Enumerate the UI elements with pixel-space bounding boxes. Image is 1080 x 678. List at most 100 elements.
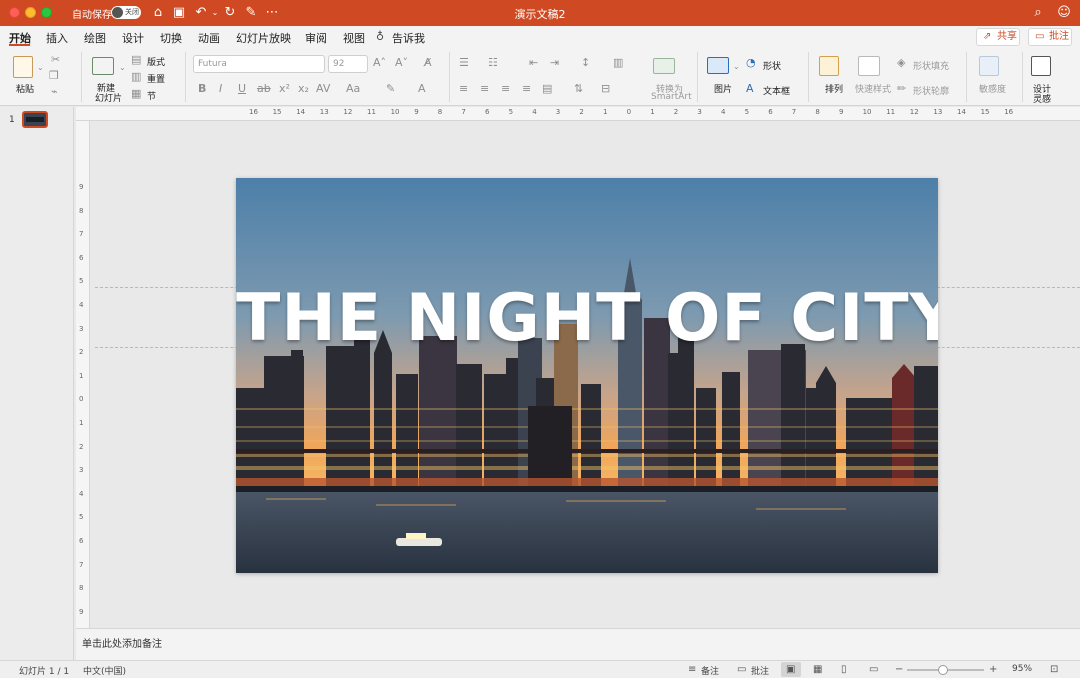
- convert-smartart-label-2[interactable]: SmartArt: [651, 92, 692, 102]
- tell-me[interactable]: 告诉我: [392, 30, 425, 46]
- layout-icon[interactable]: ▤: [131, 54, 141, 66]
- sensitivity-label[interactable]: 敏感度: [979, 82, 1006, 95]
- line-spacing-icon[interactable]: ↕: [581, 57, 590, 69]
- textbox-icon[interactable]: A: [746, 83, 754, 95]
- copy-icon[interactable]: ❐: [49, 70, 59, 82]
- shape-fill-icon[interactable]: ◈: [897, 57, 905, 69]
- account-icon[interactable]: ☺: [1056, 5, 1072, 21]
- highlight-icon[interactable]: ✎: [386, 83, 395, 95]
- subscript-icon[interactable]: x₂: [298, 83, 309, 95]
- shape-outline-button[interactable]: 形状轮廓: [913, 84, 949, 97]
- comments-icon[interactable]: ▭: [737, 664, 746, 675]
- horizontal-ruler[interactable]: 16 15 14 13 12 11 10 9 8 7 6 5 4 3 2 1 0 1 2 3 4 5 6 7 8 9 10 11 12 1…: [76, 107, 1080, 121]
- align-text-icon[interactable]: ⊟: [601, 83, 610, 95]
- sensitivity-icon[interactable]: [979, 56, 999, 76]
- slide-sorter-icon[interactable]: ▦: [813, 664, 822, 675]
- picture-label[interactable]: 图片: [714, 82, 732, 95]
- quick-styles-icon[interactable]: [858, 56, 880, 76]
- align-left-icon[interactable]: ≡: [459, 83, 468, 95]
- char-spacing-icon[interactable]: AV: [316, 83, 330, 95]
- text-direction-icon[interactable]: ⇅: [574, 83, 583, 95]
- zoom-slider-knob[interactable]: [938, 665, 948, 675]
- bold-icon[interactable]: B: [198, 83, 206, 95]
- superscript-icon[interactable]: x²: [279, 83, 290, 95]
- notes-icon[interactable]: ≡: [688, 664, 696, 675]
- decrease-font-icon[interactable]: A˅: [395, 57, 408, 69]
- comment-button[interactable]: ▭ 批注: [1028, 28, 1072, 46]
- distribute-icon[interactable]: ▤: [542, 83, 552, 95]
- tab-review[interactable]: 审阅: [305, 30, 327, 46]
- share-button[interactable]: ⇗ 共享: [976, 28, 1020, 46]
- normal-view-icon[interactable]: ▣: [786, 664, 795, 675]
- reset-button[interactable]: 重置: [147, 72, 165, 85]
- font-size-field[interactable]: 92: [328, 55, 368, 73]
- search-icon[interactable]: ⌕: [1030, 5, 1046, 21]
- tab-slideshow[interactable]: 幻灯片放映: [236, 30, 291, 46]
- slide-title[interactable]: THE NIGHT OF CITY: [236, 281, 938, 356]
- textbox-button[interactable]: 文本框: [763, 84, 790, 97]
- section-button[interactable]: 节: [147, 89, 156, 102]
- notes-pane[interactable]: 单击此处添加备注: [76, 628, 1080, 660]
- shape-button[interactable]: 形状: [763, 59, 781, 72]
- notes-button[interactable]: 备注: [701, 664, 719, 677]
- tab-transitions[interactable]: 切换: [160, 30, 182, 46]
- paste-dropdown-icon[interactable]: ⌄: [37, 62, 44, 74]
- designer-icon[interactable]: [1031, 56, 1051, 76]
- picture-dropdown-icon[interactable]: ⌄: [733, 61, 740, 73]
- align-right-icon[interactable]: ≡: [501, 83, 510, 95]
- numbering-icon[interactable]: ☷: [488, 57, 498, 69]
- change-case-icon[interactable]: Aa: [346, 83, 360, 95]
- arrange-icon[interactable]: [819, 56, 839, 76]
- tab-insert[interactable]: 插入: [46, 30, 68, 46]
- increase-indent-icon[interactable]: ⇥: [550, 57, 559, 69]
- layout-button[interactable]: 版式: [147, 55, 165, 68]
- italic-icon[interactable]: I: [219, 83, 222, 95]
- vertical-ruler[interactable]: 9 8 7 6 5 4 3 2 1 0 1 2 3 4 5 6 7 8 9: [76, 121, 90, 628]
- quick-styles-label[interactable]: 快速样式: [855, 82, 891, 95]
- zoom-out-icon[interactable]: −: [895, 664, 903, 675]
- columns-icon[interactable]: ▥: [613, 57, 623, 69]
- shape-fill-button[interactable]: 形状填充: [913, 59, 949, 72]
- zoom-level[interactable]: 95%: [1012, 664, 1032, 674]
- section-icon[interactable]: ▦: [131, 88, 141, 100]
- tab-design[interactable]: 设计: [122, 30, 144, 46]
- language[interactable]: 中文(中国): [83, 664, 126, 677]
- font-name-field[interactable]: Futura: [193, 55, 325, 73]
- fit-to-window-icon[interactable]: ⊡: [1050, 664, 1058, 675]
- font-color-icon[interactable]: A: [418, 83, 426, 95]
- ruler-tick-label: 2: [79, 442, 84, 451]
- justify-icon[interactable]: ≡: [522, 83, 531, 95]
- paste-icon[interactable]: [13, 56, 33, 78]
- align-center-icon[interactable]: ≡: [480, 83, 489, 95]
- arrange-label[interactable]: 排列: [825, 82, 843, 95]
- smartart-icon[interactable]: [653, 58, 675, 74]
- cut-icon[interactable]: ✂: [51, 54, 60, 66]
- format-painter-icon[interactable]: ⌁: [51, 86, 58, 98]
- ruler-tick-label: 5: [79, 277, 84, 286]
- slide-thumbnail[interactable]: [22, 111, 48, 128]
- new-slide-icon[interactable]: [92, 57, 114, 75]
- shape-icon[interactable]: ◔: [746, 57, 756, 69]
- strikethrough-icon[interactable]: ab: [257, 83, 271, 95]
- tab-animations[interactable]: 动画: [198, 30, 220, 46]
- decrease-indent-icon[interactable]: ⇤: [529, 57, 538, 69]
- slide[interactable]: THE NIGHT OF CITY: [236, 178, 938, 573]
- new-slide-label-2[interactable]: 幻灯片: [95, 91, 122, 104]
- underline-icon[interactable]: U: [238, 83, 246, 95]
- increase-font-icon[interactable]: A˄: [373, 57, 386, 69]
- bullets-icon[interactable]: ☰: [459, 57, 469, 69]
- picture-icon[interactable]: [707, 57, 729, 74]
- reading-view-icon[interactable]: ▯: [841, 664, 847, 675]
- new-slide-dropdown-icon[interactable]: ⌄: [119, 62, 126, 74]
- zoom-in-icon[interactable]: +: [989, 664, 997, 675]
- tab-draw[interactable]: 绘图: [84, 30, 106, 46]
- notes-placeholder[interactable]: 单击此处添加备注: [82, 635, 162, 650]
- reset-icon[interactable]: ▥: [131, 71, 141, 83]
- comments-button[interactable]: 批注: [751, 664, 769, 677]
- shape-outline-icon[interactable]: ✏: [897, 83, 906, 95]
- designer-label-2[interactable]: 灵感: [1033, 92, 1051, 105]
- slideshow-icon[interactable]: ▭: [869, 664, 878, 675]
- tab-view[interactable]: 视图: [343, 30, 365, 46]
- clear-format-icon[interactable]: A̸: [424, 57, 432, 69]
- paste-label[interactable]: 粘贴: [16, 82, 34, 95]
